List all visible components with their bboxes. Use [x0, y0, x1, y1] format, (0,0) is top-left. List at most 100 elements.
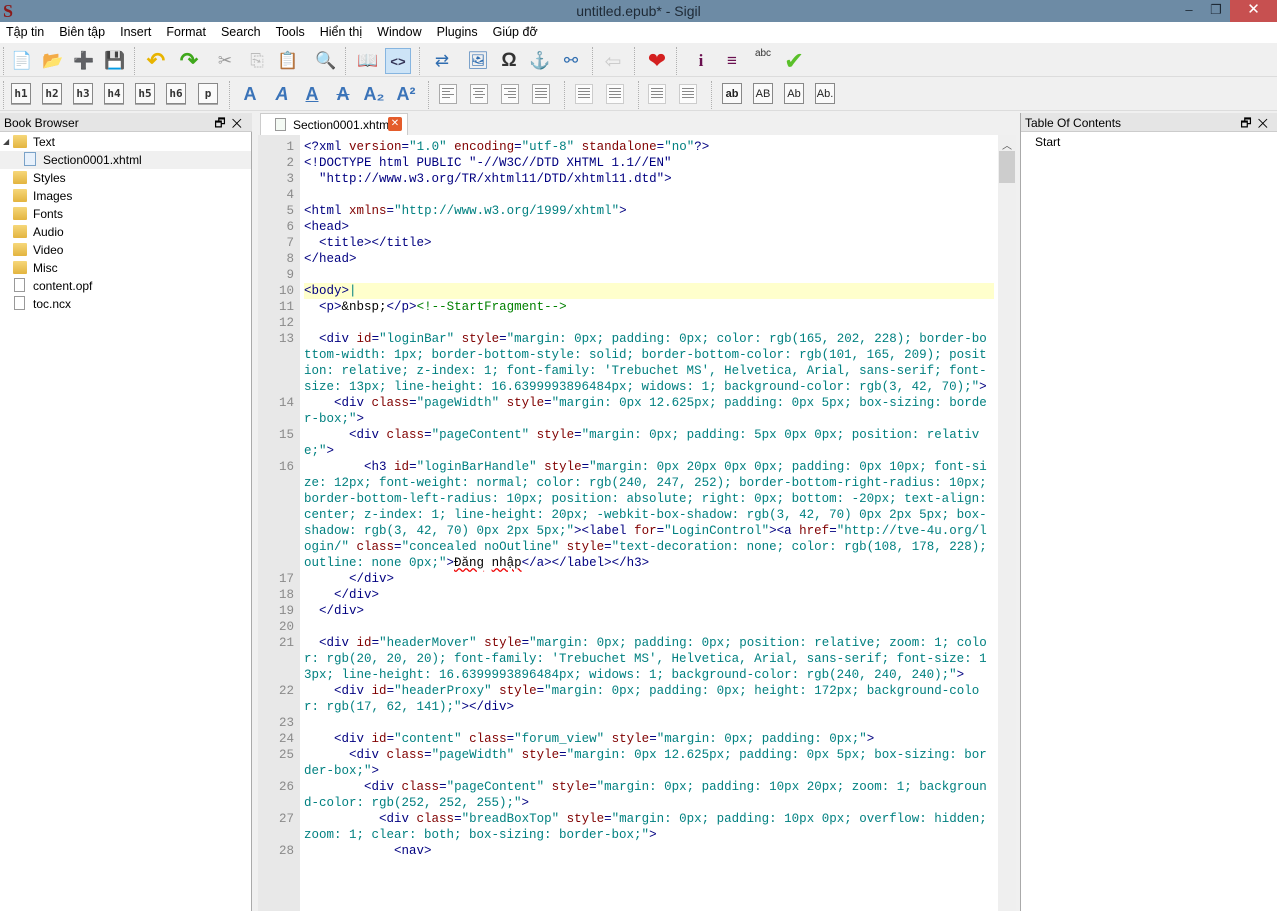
open-file-icon[interactable]: 📂 [40, 48, 66, 74]
line-text[interactable]: <div class="pageContent" style="margin: … [304, 427, 994, 459]
line-text[interactable]: <head> [304, 219, 994, 235]
anchor-icon[interactable]: ⚓ [527, 48, 553, 74]
tree-item-content-opf[interactable]: content.opf [0, 277, 251, 295]
code-line[interactable]: 12 [258, 315, 998, 331]
line-text[interactable]: <html xmlns="http://www.w3.org/1999/xhtm… [304, 203, 994, 219]
align-left-icon[interactable] [439, 84, 457, 104]
line-text[interactable]: <nav> [304, 843, 994, 859]
back-icon[interactable]: ⇦ [600, 48, 626, 74]
tree-item-text-folder[interactable]: ◢ Text [0, 133, 251, 151]
tab-section0001[interactable]: Section0001.xhtml ✕ [260, 113, 408, 135]
line-text[interactable]: <div id="headerMover" style="margin: 0px… [304, 635, 994, 683]
line-text[interactable]: <div class="pageWidth" style="margin: 0p… [304, 747, 994, 779]
sentencecase-button[interactable]: Ab. [815, 83, 835, 104]
align-right-icon[interactable] [501, 84, 519, 104]
code-line[interactable]: 21 <div id="headerMover" style="margin: … [258, 635, 998, 683]
heading-5-button[interactable]: h5 [135, 83, 155, 104]
cut-icon[interactable]: ✂ [212, 48, 238, 74]
heading-1-button[interactable]: h1 [11, 83, 31, 104]
menu-help[interactable]: Giúp đỡ [493, 22, 544, 43]
line-text[interactable] [304, 187, 994, 203]
scroll-up-icon[interactable]: ︿ [998, 137, 1016, 152]
code-line[interactable]: 7 <title></title> [258, 235, 998, 251]
bulleted-list-icon[interactable] [575, 84, 593, 104]
tree-item-section0001[interactable]: Section0001.xhtml [0, 151, 251, 169]
tree-item-images-folder[interactable]: Images [0, 187, 251, 205]
lowercase-button[interactable]: ab [722, 83, 742, 104]
line-text[interactable]: </div> [304, 603, 994, 619]
code-line[interactable]: 27 <div class="breadBoxTop" style="margi… [258, 811, 998, 843]
toc-item-start[interactable]: Start [1035, 135, 1060, 149]
tree-item-audio-folder[interactable]: Audio [0, 223, 251, 241]
tree-item-toc-ncx[interactable]: toc.ncx [0, 295, 251, 313]
close-panel-icon[interactable]: ✕ [232, 116, 248, 130]
new-file-icon[interactable]: 📄 [9, 48, 35, 74]
code-text-area[interactable]: 1 <?xml version="1.0" encoding="utf-8" st… [258, 135, 1016, 911]
menu-search[interactable]: Search [221, 22, 267, 43]
underline-icon[interactable]: A [300, 82, 324, 106]
code-line[interactable]: 2 <!DOCTYPE html PUBLIC "-//W3C//DTD XHTM… [258, 155, 998, 171]
uppercase-button[interactable]: AB [753, 83, 773, 104]
code-line[interactable]: 23 [258, 715, 998, 731]
line-text[interactable] [304, 715, 994, 731]
code-line[interactable]: 3 "http://www.w3.org/TR/xhtml11/DTD/xhtm… [258, 171, 998, 187]
code-line[interactable]: 13 <div id="loginBar" style="margin: 0px… [258, 331, 998, 395]
heading-6-button[interactable]: h6 [166, 83, 186, 104]
code-line[interactable]: 6 <head> [258, 219, 998, 235]
redo-icon[interactable]: ↷ [176, 48, 202, 74]
increase-indent-icon[interactable] [679, 84, 697, 104]
code-line[interactable]: 18 </div> [258, 587, 998, 603]
subscript-icon[interactable]: A₂ [362, 82, 386, 106]
line-text[interactable]: <!DOCTYPE html PUBLIC "-//W3C//DTD XHTML… [304, 155, 994, 171]
line-text[interactable]: </div> [304, 571, 994, 587]
code-lines[interactable]: 1 <?xml version="1.0" encoding="utf-8" st… [258, 139, 998, 859]
code-line[interactable]: 19 </div> [258, 603, 998, 619]
code-line[interactable]: 25 <div class="pageWidth" style="margin:… [258, 747, 998, 779]
float-panel-icon[interactable]: 🗗 [1240, 116, 1257, 130]
tree-item-fonts-folder[interactable]: Fonts [0, 205, 251, 223]
code-line[interactable]: 8 </head> [258, 251, 998, 267]
scrollbar-thumb[interactable] [999, 151, 1015, 183]
superscript-icon[interactable]: A² [394, 82, 418, 106]
line-text[interactable]: <div id="content" class="forum_view" sty… [304, 731, 994, 747]
menu-plugins[interactable]: Plugins [437, 22, 484, 43]
close-panel-icon[interactable]: ✕ [1258, 116, 1274, 130]
line-text[interactable]: <div class="breadBoxTop" style="margin: … [304, 811, 994, 843]
code-line[interactable]: 9 [258, 267, 998, 283]
paste-icon[interactable]: 📋 [275, 48, 301, 74]
insert-image-icon[interactable]: 🖼 [465, 48, 491, 74]
heading-2-button[interactable]: h2 [42, 83, 62, 104]
save-icon[interactable]: 💾 [102, 48, 128, 74]
numbered-list-icon[interactable] [606, 84, 624, 104]
code-line[interactable]: 5 <html xmlns="http://www.w3.org/1999/xht… [258, 203, 998, 219]
line-text[interactable] [304, 267, 994, 283]
bold-icon[interactable]: A [238, 82, 262, 106]
float-panel-icon[interactable]: 🗗 [214, 116, 231, 130]
code-line[interactable]: 28 <nav> [258, 843, 998, 859]
justify-icon[interactable] [532, 84, 550, 104]
validate-icon[interactable]: ✔ [781, 48, 807, 75]
code-line[interactable]: 26 <div class="pageContent" style="margi… [258, 779, 998, 811]
split-icon[interactable]: ⇄ [429, 48, 455, 74]
line-text[interactable] [304, 619, 994, 635]
decrease-indent-icon[interactable] [648, 84, 666, 104]
copy-icon[interactable]: ⎘ [244, 48, 270, 74]
menu-file[interactable]: Tập tin [6, 22, 50, 43]
code-line[interactable]: 24 <div id="content" class="forum_view" … [258, 731, 998, 747]
undo-icon[interactable]: ↶ [143, 48, 169, 74]
menu-window[interactable]: Window [377, 22, 427, 43]
paragraph-button[interactable]: p [198, 83, 218, 104]
line-text[interactable]: </head> [304, 251, 994, 267]
code-line[interactable]: 1 <?xml version="1.0" encoding="utf-8" st… [258, 139, 998, 155]
line-text[interactable]: <h3 id="loginBarHandle" style="margin: 0… [304, 459, 994, 571]
menu-view[interactable]: Hiển thị [320, 22, 368, 43]
menu-edit[interactable]: Biên tập [59, 22, 111, 43]
line-text[interactable]: </div> [304, 587, 994, 603]
code-line[interactable]: 20 [258, 619, 998, 635]
donate-heart-icon[interactable]: ❤ [644, 48, 670, 74]
line-text[interactable] [304, 315, 994, 331]
code-line[interactable]: 10 <body>| [258, 283, 998, 299]
code-line[interactable]: 22 <div id="headerProxy" style="margin: … [258, 683, 998, 715]
line-text[interactable]: <?xml version="1.0" encoding="utf-8" sta… [304, 139, 994, 155]
tree-item-video-folder[interactable]: Video [0, 241, 251, 259]
